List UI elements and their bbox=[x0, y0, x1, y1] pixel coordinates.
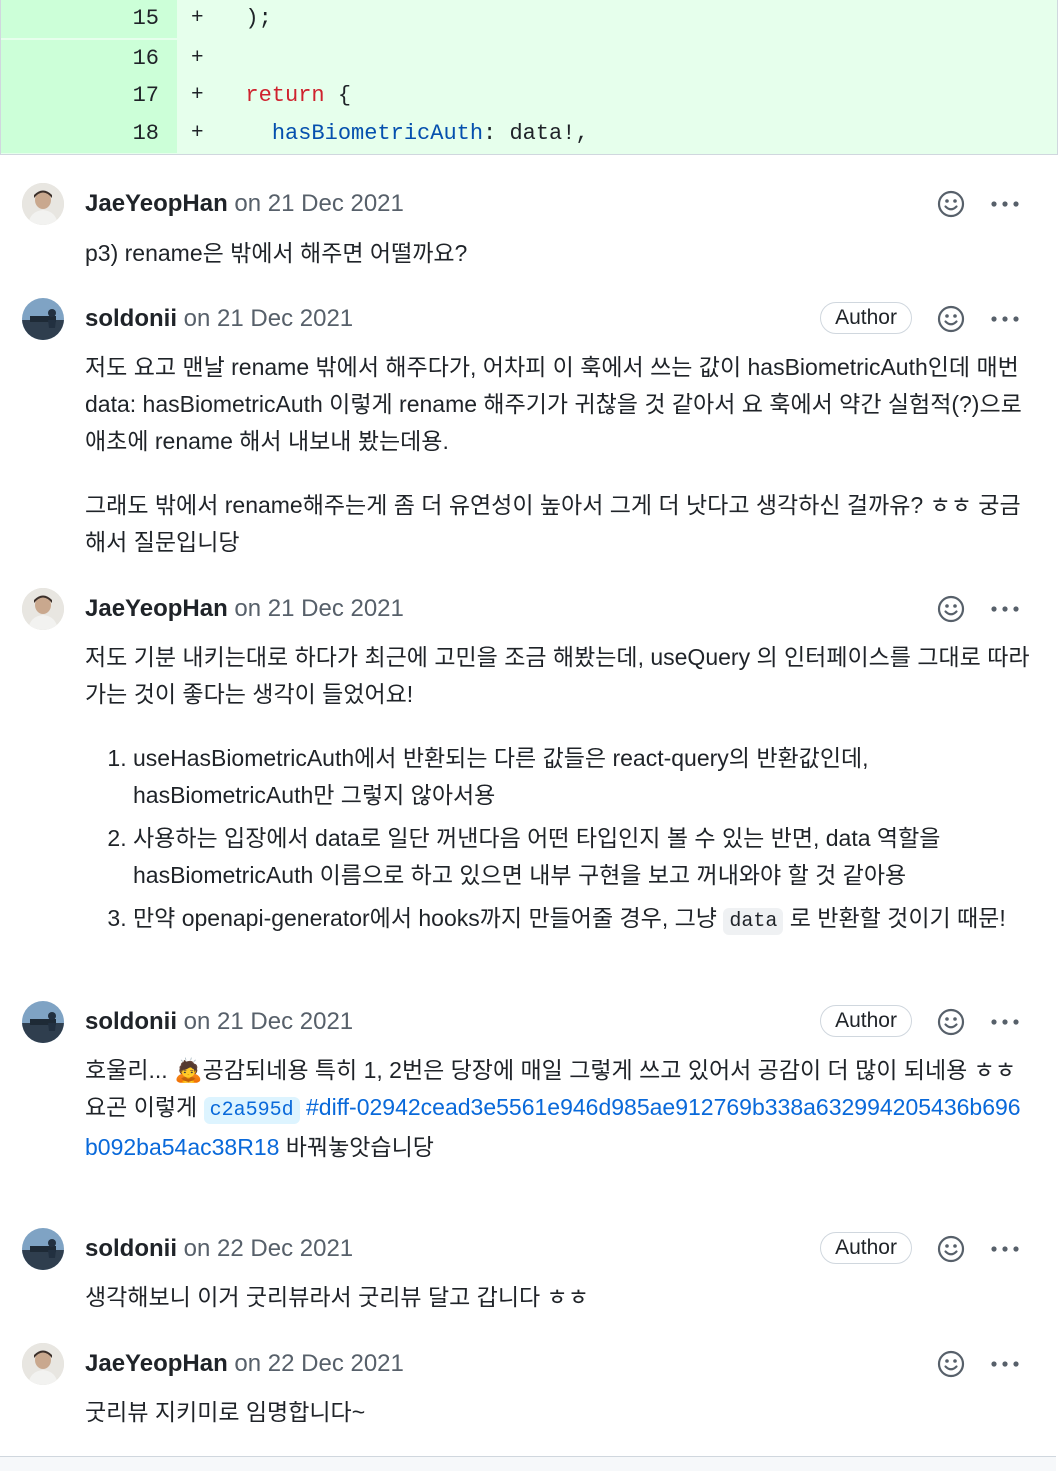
avatar[interactable] bbox=[22, 298, 64, 340]
comment-paragraph: 그래도 밖에서 rename해주는게 좀 더 유연성이 높아서 그게 더 낫다고… bbox=[85, 492, 1021, 555]
comment-date[interactable]: on 21 Dec 2021 bbox=[234, 595, 403, 622]
smiley-icon[interactable] bbox=[935, 1348, 967, 1380]
comment-header: soldonii on 22 Dec 2021 bbox=[85, 1228, 353, 1270]
comment-body: 호울리... 🙇공감되네용 특히 1, 2번은 당장에 매일 그렇게 쓰고 있어… bbox=[85, 1052, 1030, 1166]
comment-header: soldonii on 21 Dec 2021 bbox=[85, 298, 353, 340]
numbered-list: useHasBiometricAuth에서 반환되는 다른 값들은 react-… bbox=[85, 740, 1030, 940]
line-number[interactable]: 18 bbox=[133, 115, 159, 153]
list-item: useHasBiometricAuth에서 반환되는 다른 값들은 react-… bbox=[133, 740, 1030, 814]
author-name[interactable]: JaeYeopHan bbox=[85, 190, 228, 217]
smiley-icon[interactable] bbox=[935, 303, 967, 335]
avatar[interactable] bbox=[22, 1343, 64, 1385]
commit-link[interactable]: c2a595d bbox=[203, 1097, 300, 1124]
comment-header: JaeYeopHan on 21 Dec 2021 bbox=[85, 588, 404, 630]
comment-date[interactable]: on 22 Dec 2021 bbox=[234, 1350, 403, 1377]
comment-body: p3) rename은 밖에서 해주면 어떨까요? bbox=[85, 235, 1030, 272]
inline-code: data bbox=[723, 908, 784, 935]
line-number[interactable]: 17 bbox=[133, 77, 159, 115]
author-name[interactable]: soldonii bbox=[85, 305, 177, 332]
comment-text: 생각해보니 이거 굿리뷰라서 굿리뷰 달고 갑니다 ㅎㅎ bbox=[85, 1284, 589, 1310]
comment-body: 저도 기분 내키는대로 하다가 최근에 고민을 조금 해봤는데, useQuer… bbox=[85, 639, 1030, 946]
diff-sign: + bbox=[191, 47, 204, 70]
author-badge: Author bbox=[820, 302, 912, 334]
avatar[interactable] bbox=[22, 588, 64, 630]
line-number[interactable]: 16 bbox=[133, 40, 159, 78]
comment-date[interactable]: on 21 Dec 2021 bbox=[184, 305, 353, 332]
kebab-horizontal-icon[interactable] bbox=[985, 303, 1025, 335]
comment-header: JaeYeopHan on 21 Dec 2021 bbox=[85, 183, 404, 225]
comment-text: 굿리뷰 지키미로 임명합니다~ bbox=[85, 1399, 366, 1425]
line-number[interactable]: 15 bbox=[133, 0, 159, 38]
kebab-horizontal-icon[interactable] bbox=[985, 1348, 1025, 1380]
kebab-horizontal-icon[interactable] bbox=[985, 188, 1025, 220]
diff-hunk: 15 + ); 16 + 17 + return { 18 + hasBiome… bbox=[0, 0, 1058, 155]
diff-line: 16 + bbox=[1, 40, 1057, 78]
comment-header: JaeYeopHan on 22 Dec 2021 bbox=[85, 1343, 404, 1385]
list-item: 만약 openapi-generator에서 hooks까지 만들어줄 경우, … bbox=[133, 900, 1030, 940]
comment-date[interactable]: on 21 Dec 2021 bbox=[184, 1008, 353, 1035]
smiley-icon[interactable] bbox=[935, 1233, 967, 1265]
author-badge: Author bbox=[820, 1005, 912, 1037]
comment-text: 바꿔놓앗습니당 bbox=[279, 1134, 434, 1160]
author-name[interactable]: soldonii bbox=[85, 1008, 177, 1035]
avatar[interactable] bbox=[22, 183, 64, 225]
author-badge: Author bbox=[820, 1232, 912, 1264]
code-keyword: return bbox=[245, 83, 325, 108]
kebab-horizontal-icon[interactable] bbox=[985, 1006, 1025, 1038]
code-text: hasBiometricAuth: data!, bbox=[219, 115, 589, 153]
kebab-horizontal-icon[interactable] bbox=[985, 1233, 1025, 1265]
smiley-icon[interactable] bbox=[935, 1006, 967, 1038]
author-name[interactable]: soldonii bbox=[85, 1235, 177, 1262]
comment-date[interactable]: on 21 Dec 2021 bbox=[234, 190, 403, 217]
list-item-text: 만약 openapi-generator에서 hooks까지 만들어줄 경우, … bbox=[133, 905, 724, 931]
avatar[interactable] bbox=[22, 1228, 64, 1270]
kebab-horizontal-icon[interactable] bbox=[985, 593, 1025, 625]
smiley-icon[interactable] bbox=[935, 188, 967, 220]
avatar[interactable] bbox=[22, 1001, 64, 1043]
comment-date[interactable]: on 22 Dec 2021 bbox=[184, 1235, 353, 1262]
comment-header: soldonii on 21 Dec 2021 bbox=[85, 1001, 353, 1043]
diff-line: 15 + ); bbox=[1, 0, 1057, 38]
list-item: 사용하는 입장에서 data로 일단 꺼낸다음 어떤 타입인지 볼 수 있는 반… bbox=[133, 820, 1030, 894]
diff-line: 18 + hasBiometricAuth: data!, bbox=[1, 115, 1057, 153]
code-property: hasBiometricAuth bbox=[271, 121, 484, 146]
comment-body: 저도 요고 맨날 rename 밖에서 해주다가, 어차피 이 훅에서 쓰는 값… bbox=[85, 349, 1030, 561]
code-text: ); bbox=[219, 6, 272, 31]
diff-line: 17 + return { bbox=[1, 77, 1057, 115]
code-text: return { bbox=[219, 77, 351, 115]
diff-sign: + bbox=[191, 122, 204, 145]
code-rest: : data!, bbox=[483, 121, 589, 146]
list-item-text: 로 반환할 것이기 때문! bbox=[783, 905, 1006, 931]
comment-body: 굿리뷰 지키미로 임명합니다~ bbox=[85, 1394, 1030, 1431]
comment-paragraph: 저도 요고 맨날 rename 밖에서 해주다가, 어차피 이 훅에서 쓰는 값… bbox=[85, 354, 1022, 454]
smiley-icon[interactable] bbox=[935, 593, 967, 625]
diff-sign: + bbox=[191, 7, 204, 30]
author-name[interactable]: JaeYeopHan bbox=[85, 1350, 228, 1377]
author-name[interactable]: JaeYeopHan bbox=[85, 595, 228, 622]
code-rest: { bbox=[324, 83, 352, 108]
reply-bar[interactable] bbox=[0, 1456, 1056, 1471]
comment-text: p3) rename은 밖에서 해주면 어떨까요? bbox=[85, 240, 468, 266]
comment-body: 생각해보니 이거 굿리뷰라서 굿리뷰 달고 갑니다 ㅎㅎ bbox=[85, 1279, 1030, 1316]
diff-sign: + bbox=[191, 84, 204, 107]
comment-paragraph: 저도 기분 내키는대로 하다가 최근에 고민을 조금 해봤는데, useQuer… bbox=[85, 644, 1030, 707]
